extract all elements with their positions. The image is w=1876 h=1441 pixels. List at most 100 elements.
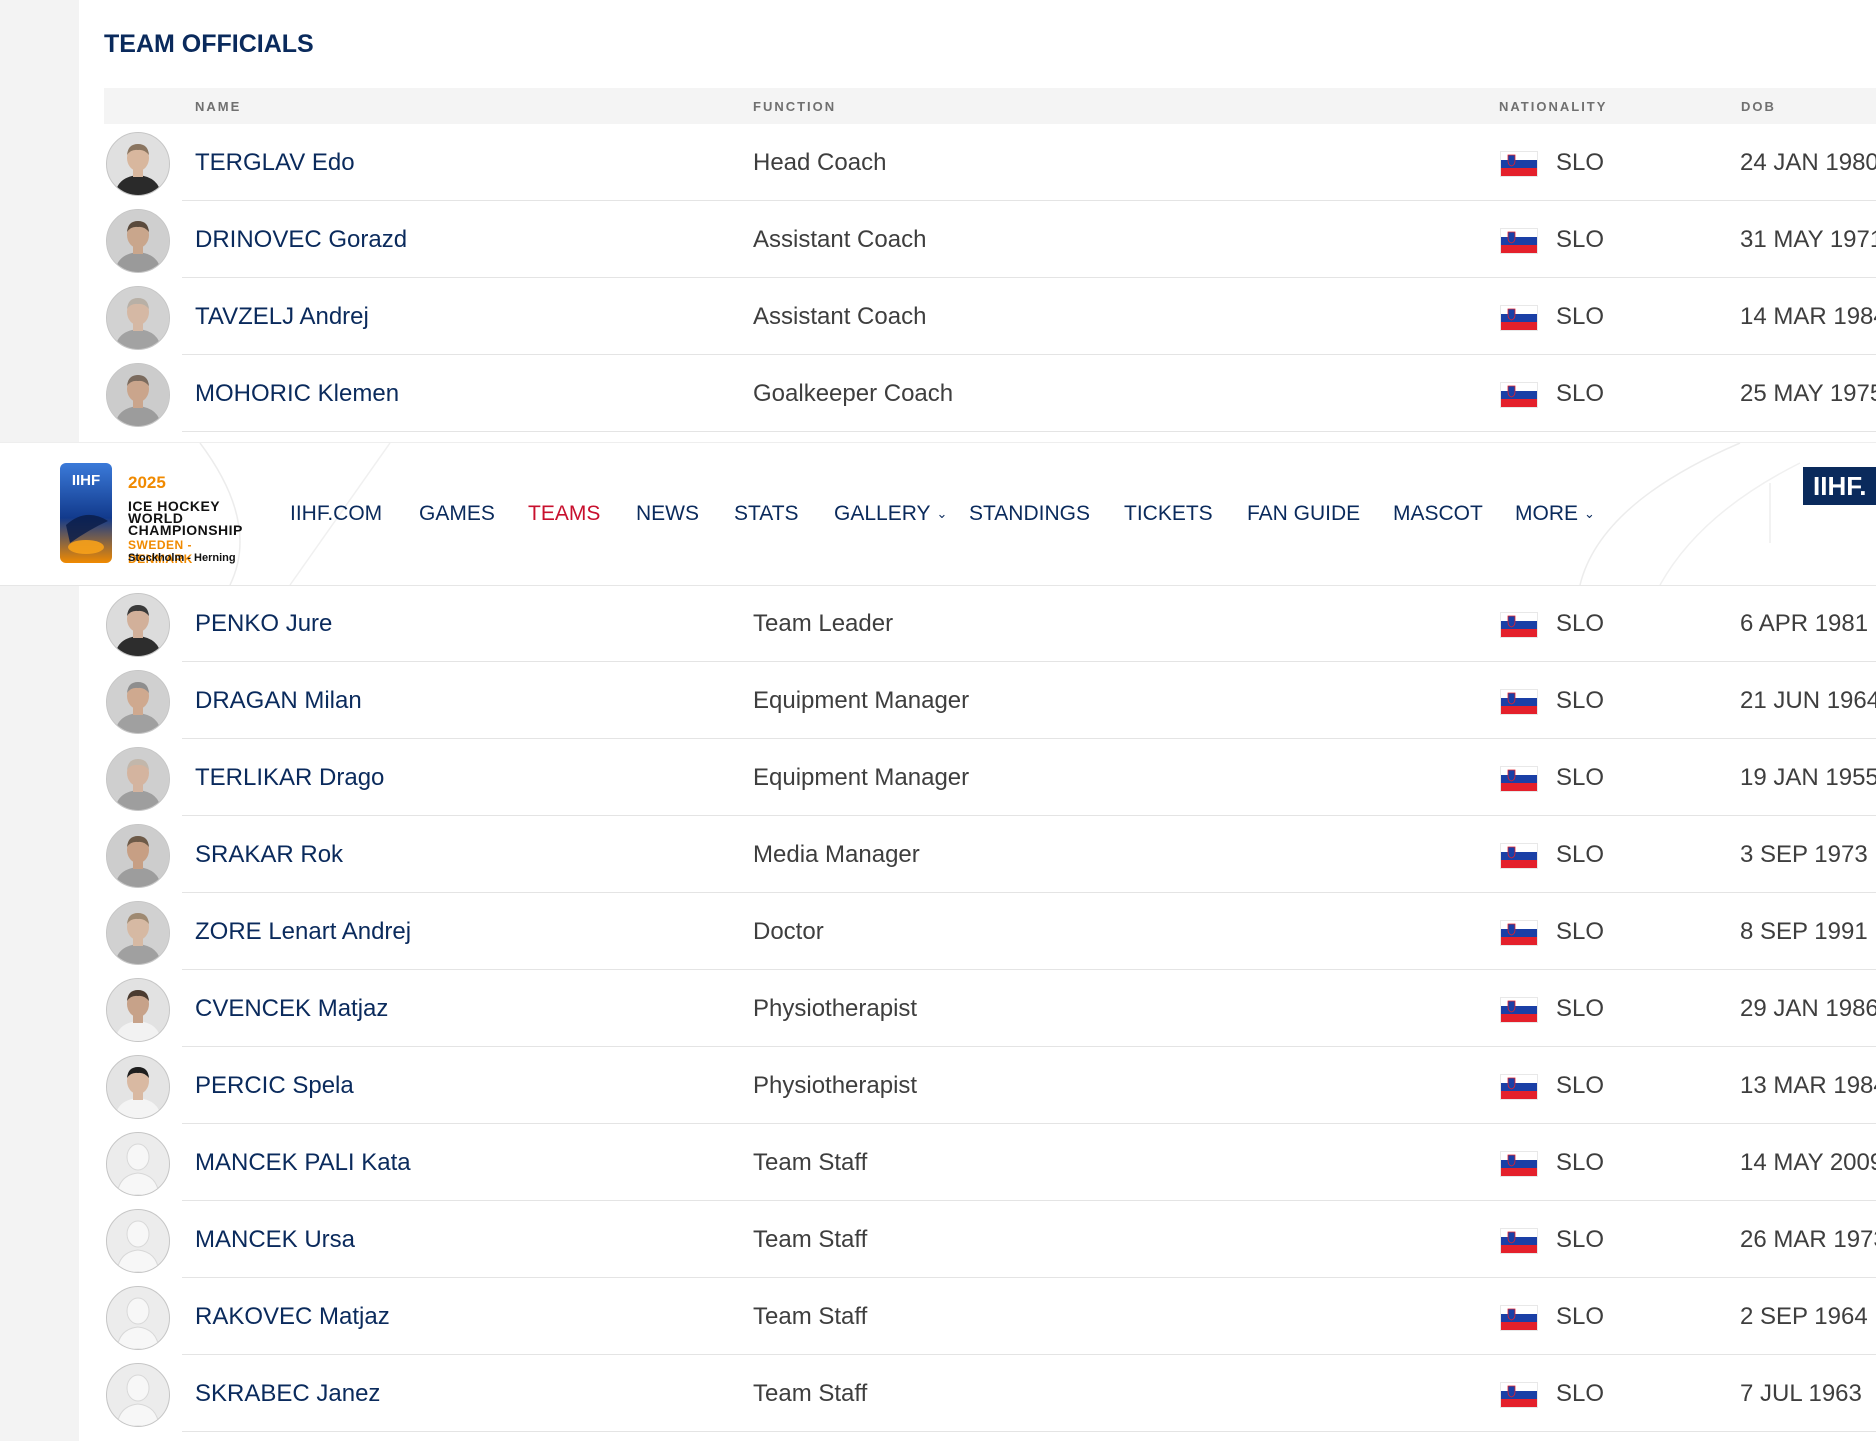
table-row[interactable]: SKRABEC Janez Team Staff SLO 7 JUL 1963 [104,1355,1876,1432]
row-divider [182,431,1876,432]
official-nationality: SLO [1556,380,1605,407]
table-row[interactable]: MOHORIC Klemen Goalkeeper Coach SLO 25 MAY … [104,355,1876,432]
table-row[interactable]: MANCEK Ursa Team Staff SLO 26 MAR 1973 [104,1201,1876,1278]
official-name-link[interactable]: SKRABEC Janez [195,1355,380,1432]
header-function: FUNCTION [753,99,837,114]
official-dob: 2 SEP 1964 [1740,1303,1868,1330]
nav-tickets[interactable]: TICKETS [1124,499,1213,529]
official-name-link[interactable]: DRAGAN Milan [195,662,362,739]
logo-mark-text: IIHF [72,472,100,489]
official-dob: 21 JUN 1964 [1740,687,1876,714]
nav-iihf-com[interactable]: IIHF.COM [290,499,382,529]
official-nationality: SLO [1556,687,1605,714]
official-photo[interactable] [106,747,170,811]
official-name-link[interactable]: PENKO Jure [195,585,332,662]
official-dob: 19 JAN 1955 [1740,764,1876,791]
table-row[interactable]: RAKOVEC Matjaz Team Staff SLO 2 SEP 1964 [104,1278,1876,1355]
chevron-down-icon: ⌄ [1584,506,1595,521]
official-dob: 8 SEP 1991 [1740,918,1868,945]
nav-more-label: MORE [1515,502,1578,525]
official-name-link[interactable]: CVENCEK Matjaz [195,970,388,1047]
table-row[interactable]: TAVZELJ Andrej Assistant Coach SLO 14 MAR 1… [104,278,1876,355]
iihf-site-badge[interactable]: IIHF. [1803,467,1876,505]
table-row[interactable]: PERCIC Spela Physiotherapist SLO 13 MAR 198… [104,1047,1876,1124]
table-row[interactable]: TERLIKAR Drago Equipment Manager SLO 19 JAN… [104,739,1876,816]
nav-standings[interactable]: STANDINGS [969,499,1090,529]
official-name-link[interactable]: TERLIKAR Drago [195,739,384,816]
official-name-link[interactable]: RAKOVEC Matjaz [195,1278,390,1355]
slovenia-flag-icon [1500,843,1538,869]
official-name-link[interactable]: SRAKAR Rok [195,816,343,893]
slovenia-flag-icon [1500,1305,1538,1331]
nav-more[interactable]: MORE ⌄ [1515,499,1595,529]
header-name: NAME [195,99,242,114]
official-function: Physiotherapist [753,995,918,1022]
table-row[interactable]: CVENCEK Matjaz Physiotherapist SLO 29 JAN 1… [104,970,1876,1047]
official-function: Team Leader [753,610,894,637]
official-name-link[interactable]: MANCEK PALI Kata [195,1124,411,1201]
team-officials-section: TEAM OFFICIALS NAME FUNCTION NATIONALITY… [104,0,1876,1441]
official-name-link[interactable]: MOHORIC Klemen [195,355,399,432]
slovenia-flag-icon [1500,766,1538,792]
championship-logo[interactable]: IIHF 2025 ICE HOCKEY WORLD CHAMPIONSHIP … [60,463,260,567]
official-photo[interactable] [106,286,170,350]
official-photo[interactable] [106,1363,170,1427]
slovenia-flag-icon [1500,997,1538,1023]
iihf-championship-logo-icon: IIHF [60,463,112,563]
official-name-link[interactable]: TAVZELJ Andrej [195,278,369,355]
nav-games[interactable]: GAMES [419,499,495,529]
official-photo[interactable] [106,901,170,965]
official-dob: 14 MAR 1984 [1740,303,1876,330]
official-name-link[interactable]: TERGLAV Edo [195,124,355,201]
nav-news[interactable]: NEWS [636,499,699,529]
table-row[interactable]: PENKO Jure Team Leader SLO 6 APR 1981 [104,585,1876,662]
table-row[interactable]: DRAGAN Milan Equipment Manager SLO 21 JUN 1… [104,662,1876,739]
official-dob: 29 JAN 1986 [1740,995,1876,1022]
section-title: TEAM OFFICIALS [104,30,314,58]
official-photo[interactable] [106,670,170,734]
official-photo[interactable] [106,1132,170,1196]
slovenia-flag-icon [1500,305,1538,331]
table-row[interactable]: DRINOVEC Gorazd Assistant Coach SLO 31 MAY … [104,201,1876,278]
official-photo[interactable] [106,363,170,427]
nav-gallery[interactable]: GALLERY ⌄ [834,499,947,529]
official-name-link[interactable]: PERCIC Spela [195,1047,354,1124]
official-nationality: SLO [1556,303,1605,330]
official-photo[interactable] [106,209,170,273]
official-name-link[interactable]: ZORE Lenart Andrej [195,893,411,970]
official-nationality: SLO [1556,149,1605,176]
official-photo[interactable] [106,593,170,657]
official-dob: 31 MAY 1971 [1740,226,1876,253]
official-name-link[interactable]: DRINOVEC Gorazd [195,201,407,278]
header-dob: DOB [1741,99,1776,114]
official-dob: 7 JUL 1963 [1740,1380,1862,1407]
nav-fan-guide[interactable]: FAN GUIDE [1247,499,1360,529]
official-dob: 26 MAR 1973 [1740,1226,1876,1253]
nav-mascot[interactable]: MASCOT [1393,499,1483,529]
table-row[interactable]: SRAKAR Rok Media Manager SLO 3 SEP 1973 [104,816,1876,893]
official-nationality: SLO [1556,1149,1605,1176]
slovenia-flag-icon [1500,920,1538,946]
official-photo[interactable] [106,824,170,888]
nav-teams[interactable]: TEAMS [528,499,600,529]
slovenia-flag-icon [1500,151,1538,177]
official-function: Team Staff [753,1303,868,1330]
page-left-gutter [0,0,79,1441]
table-row[interactable]: TERGLAV Edo Head Coach SLO 24 JAN 1980 [104,124,1876,201]
official-function: Media Manager [753,841,920,868]
official-photo[interactable] [106,978,170,1042]
official-name-link[interactable]: MANCEK Ursa [195,1201,355,1278]
table-row[interactable]: MANCEK PALI Kata Team Staff SLO 14 MAY 2009 [104,1124,1876,1201]
official-function: Doctor [753,918,824,945]
official-photo[interactable] [106,1055,170,1119]
official-function: Assistant Coach [753,226,927,253]
table-row[interactable]: ZORE Lenart Andrej Doctor SLO 8 SEP 1991 [104,893,1876,970]
official-function: Team Staff [753,1226,868,1253]
official-photo[interactable] [106,1209,170,1273]
official-function: Equipment Manager [753,687,970,714]
row-divider [182,1431,1876,1432]
official-photo[interactable] [106,132,170,196]
nav-stats[interactable]: STATS [734,499,799,529]
chevron-down-icon: ⌄ [936,506,948,521]
official-photo[interactable] [106,1286,170,1350]
